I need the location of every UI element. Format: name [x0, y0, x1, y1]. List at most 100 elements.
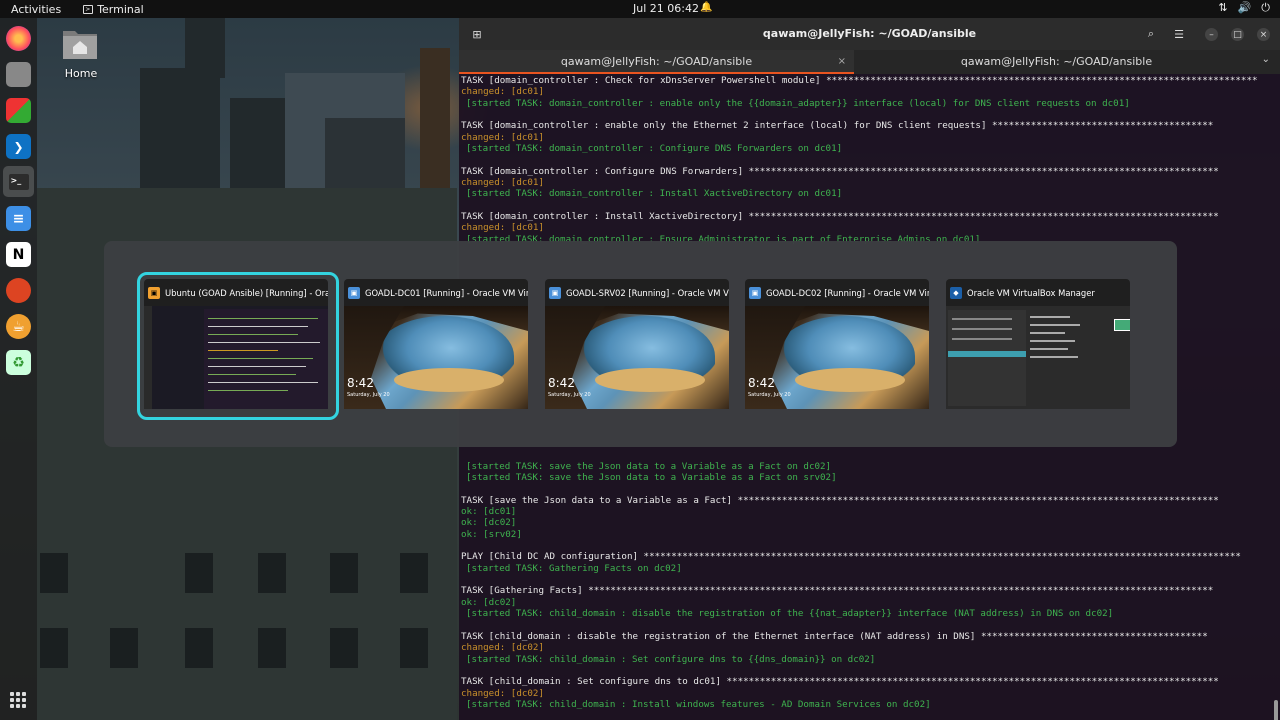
switcher-item-goadl-dc01[interactable]: ▣ GOADL-DC01 [Running] - Oracle VM Virt.… — [344, 279, 528, 409]
terminal-icon[interactable]: >_ — [3, 166, 34, 197]
switcher-item-thumbnail: 8:42 Saturday, July 20 — [545, 306, 729, 409]
virtualbox-vm-icon: ▣ — [549, 286, 561, 299]
files-icon[interactable] — [6, 62, 31, 87]
switcher-item-titlebar: ◆ Oracle VM VirtualBox Manager — [946, 279, 1130, 306]
terminal-line: [started TASK: domain_controller : Insta… — [466, 188, 843, 200]
home-folder-label: Home — [64, 67, 98, 80]
virtualbox-vm-icon: ▣ — [148, 286, 160, 299]
switcher-item-thumbnail — [946, 306, 1130, 409]
text-editor-icon[interactable]: ≡ — [6, 206, 31, 231]
switcher-item-ubuntu-goad[interactable]: ▣ Ubuntu (GOAD Ansible) [Running] - Ora.… — [137, 272, 339, 420]
notion-icon[interactable]: N — [6, 242, 31, 267]
terminal-line: ok: [dc02] — [461, 517, 517, 529]
terminal-line: [started TASK: child_domain : Install wi… — [466, 698, 931, 710]
terminal-line: TASK [save the Json data to a Variable a… — [461, 494, 1219, 506]
terminal-line: [started TASK: Gathering Facts on dc02] — [466, 562, 682, 574]
close-icon[interactable]: × — [1257, 28, 1270, 41]
app-menu-label: Terminal — [97, 2, 144, 16]
firefox-icon[interactable] — [6, 26, 31, 51]
terminal-line: ok: [dc02] — [461, 596, 517, 608]
switcher-item-thumbnail: 8:42 Saturday, July 20 — [745, 306, 929, 409]
terminal-line: [started TASK: child_domain : Set config… — [466, 653, 876, 665]
terminal-line: [started TASK: save the Json data to a V… — [466, 460, 832, 472]
dock: ❯ >_ ≡ N ☕ ♻ — [0, 18, 37, 720]
scrollbar[interactable] — [1274, 700, 1278, 720]
virtualbox-manager-icon: ◆ — [950, 286, 962, 299]
switcher-item-goadl-dc02[interactable]: ▣ GOADL-DC02 [Running] - Oracle VM Virt.… — [745, 279, 929, 409]
vscode-icon[interactable]: ❯ — [6, 134, 31, 159]
terminal-line: ok: [dc01] — [461, 506, 517, 518]
switcher-item-titlebar: ▣ GOADL-SRV02 [Running] - Oracle VM Vi..… — [545, 279, 729, 306]
window-switcher: ▣ Ubuntu (GOAD Ansible) [Running] - Ora.… — [104, 241, 1177, 447]
terminal-line: changed: [dc01] — [461, 222, 544, 234]
trash-icon[interactable]: ♻ — [6, 350, 31, 375]
virtualbox-icon[interactable] — [6, 98, 31, 123]
terminal-line: changed: [dc01] — [461, 131, 544, 143]
notification-bell-icon: 🔔 — [700, 2, 713, 13]
terminal-header: ⊞ qawam@JellyFish: ~/GOAD/ansible ⌕ ☰ – … — [459, 18, 1280, 50]
activities-button[interactable]: Activities — [0, 3, 61, 16]
network-icon: ⇅ — [1218, 1, 1228, 14]
terminal-line: TASK [domain_controller : enable only th… — [461, 120, 1214, 132]
maximize-icon[interactable]: □ — [1231, 28, 1244, 41]
tab-label: qawam@JellyFish: ~/GOAD/ansible — [560, 55, 753, 68]
terminal-line: changed: [dc02] — [461, 687, 544, 699]
terminal-line: PLAY [Child DC AD configuration] *******… — [461, 551, 1241, 563]
terminal-line: TASK [domain_controller : Install Xactiv… — [461, 211, 1219, 223]
terminal-line: changed: [dc01] — [461, 86, 544, 98]
terminal-line: changed: [dc02] — [461, 642, 544, 654]
volume-icon: 🔊 — [1237, 1, 1252, 14]
tab-bar: qawam@JellyFish: ~/GOAD/ansible × qawam@… — [459, 50, 1280, 74]
switcher-item-title: GOADL-DC01 [Running] - Oracle VM Virt... — [365, 287, 528, 298]
clock[interactable]: Jul 21 06:42 — [633, 2, 699, 15]
show-apps-icon[interactable] — [10, 692, 26, 708]
switcher-item-thumbnail — [144, 306, 328, 409]
terminal-icon: > — [83, 4, 94, 14]
virtualbox-vm-icon: ▣ — [348, 286, 360, 299]
lockscreen-date: Saturday, July 20 — [347, 392, 390, 398]
virtualbox-vm-icon: ▣ — [749, 286, 761, 299]
java-icon[interactable]: ☕ — [6, 314, 31, 339]
lockscreen-time: 8:42 — [748, 376, 775, 390]
minimize-icon[interactable]: – — [1205, 28, 1218, 41]
app-menu[interactable]: > Terminal — [83, 3, 144, 16]
top-bar: Activities > Terminal Jul 21 06:42 🔔 ⇅ 🔊… — [0, 0, 1280, 18]
switcher-item-titlebar: ▣ Ubuntu (GOAD Ansible) [Running] - Ora.… — [144, 279, 328, 306]
lockscreen-time: 8:42 — [347, 376, 374, 390]
chevron-down-icon[interactable]: ⌄ — [1262, 54, 1270, 65]
switcher-item-goadl-srv02[interactable]: ▣ GOADL-SRV02 [Running] - Oracle VM Vi..… — [545, 279, 729, 409]
switcher-item-titlebar: ▣ GOADL-DC01 [Running] - Oracle VM Virt.… — [344, 279, 528, 306]
switcher-item-title: GOADL-SRV02 [Running] - Oracle VM Vi... — [566, 287, 729, 298]
lockscreen-date: Saturday, July 20 — [548, 392, 591, 398]
terminal-line: TASK [child_domain : Set configure dns t… — [461, 676, 1219, 688]
terminal-line: TASK [Gathering Facts] *****************… — [461, 585, 1214, 597]
system-tray[interactable]: ⇅ 🔊 ⏻ — [1218, 1, 1270, 15]
home-folder-icon[interactable] — [61, 25, 99, 61]
tab-2[interactable]: qawam@JellyFish: ~/GOAD/ansible — [859, 50, 1254, 74]
terminal-line: [started TASK: domain_controller : enabl… — [466, 97, 1130, 109]
terminal-line: changed: [dc01] — [461, 177, 544, 189]
search-icon[interactable]: ⌕ — [1141, 24, 1161, 44]
switcher-item-title: GOADL-DC02 [Running] - Oracle VM Virt... — [766, 287, 929, 298]
tab-close-icon[interactable]: × — [838, 50, 846, 74]
switcher-item-virtualbox-manager[interactable]: ◆ Oracle VM VirtualBox Manager — [946, 279, 1130, 409]
power-icon: ⏻ — [1261, 1, 1270, 14]
lockscreen-time: 8:42 — [548, 376, 575, 390]
switcher-item-title: Oracle VM VirtualBox Manager — [967, 287, 1095, 298]
app-icon[interactable] — [6, 278, 31, 303]
switcher-item-title: Ubuntu (GOAD Ansible) [Running] - Ora... — [165, 287, 328, 298]
tab-1[interactable]: qawam@JellyFish: ~/GOAD/ansible × — [459, 50, 854, 74]
terminal-line: ok: [srv02] — [461, 528, 522, 540]
tab-label: qawam@JellyFish: ~/GOAD/ansible — [960, 55, 1153, 68]
terminal-line: [started TASK: domain_controller : Confi… — [466, 143, 843, 155]
menu-icon[interactable]: ☰ — [1169, 24, 1189, 44]
